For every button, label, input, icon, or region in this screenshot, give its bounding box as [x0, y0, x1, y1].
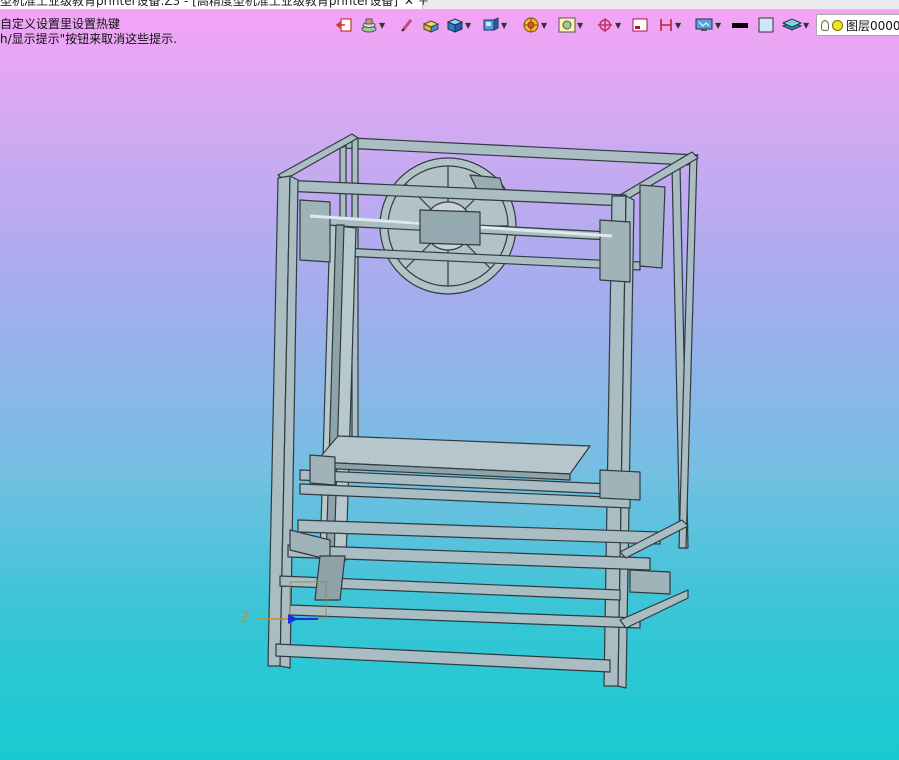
- display-menu-chevron-icon[interactable]: ▼: [715, 21, 721, 30]
- fill-box-button[interactable]: [758, 14, 774, 36]
- title-bar: 型机准工业级教育printer设备.Z3 - [高精度型机准工业级教育print…: [0, 0, 899, 10]
- 3d-viewport[interactable]: Z: [0, 40, 899, 760]
- layers-menu-chevron-icon[interactable]: ▼: [803, 21, 809, 30]
- document-tab-title: 型机准工业级教育printer设备.Z3 - [高精度型机准工业级教育print…: [0, 0, 399, 8]
- z-axis-label: Z: [240, 608, 251, 626]
- fill-box-icon: [758, 17, 774, 33]
- cube-view-menu-chevron-icon[interactable]: ▼: [501, 21, 507, 30]
- render-mode-button[interactable]: ▼: [522, 14, 547, 36]
- pen-button[interactable]: [400, 14, 414, 36]
- stack-menu-chevron-icon[interactable]: ▼: [379, 21, 385, 30]
- line-black-icon: [732, 23, 748, 28]
- target-button[interactable]: ▼: [596, 14, 621, 36]
- stack-icon: [361, 18, 377, 33]
- block-yellow-icon: [422, 20, 440, 33]
- window-button[interactable]: [632, 14, 648, 36]
- hint-line-1: 自定义设置里设置热键: [0, 17, 121, 31]
- cube-menu-chevron-icon[interactable]: ▼: [465, 21, 471, 30]
- close-tab-icon[interactable]: ✕: [404, 0, 414, 8]
- printer-model: [258, 133, 699, 689]
- bracket-icon: [660, 19, 672, 31]
- render-mode-icon: [523, 17, 539, 33]
- display-button[interactable]: ▼: [694, 14, 721, 36]
- block-button[interactable]: [422, 14, 440, 36]
- layers-button[interactable]: ▼: [782, 14, 809, 36]
- zoom-fit-menu-chevron-icon[interactable]: ▼: [577, 21, 583, 30]
- exit-icon: [336, 18, 352, 32]
- cube-button[interactable]: ▼: [446, 14, 471, 36]
- pen-icon: [401, 19, 413, 32]
- view-toolbar: ▼ ▼ ▼ ▼ ▼ ▼ ▼ ▼ ▼: [334, 14, 899, 36]
- render-mode-menu-chevron-icon[interactable]: ▼: [541, 21, 547, 30]
- target-icon: [598, 18, 612, 32]
- layer-color-icon: [832, 19, 843, 31]
- layer-name: 图层0000: [846, 18, 899, 33]
- bulb-icon[interactable]: [821, 19, 829, 31]
- new-tab-icon[interactable]: +: [418, 0, 429, 9]
- bracket-button[interactable]: ▼: [658, 14, 681, 36]
- line-style-button[interactable]: [732, 14, 748, 36]
- document-tab[interactable]: 型机准工业级教育printer设备.Z3 - [高精度型机准工业级教育print…: [0, 0, 424, 9]
- zoom-fit-icon: [558, 17, 576, 33]
- cube-view-button[interactable]: ▼: [482, 14, 507, 36]
- zoom-fit-button[interactable]: ▼: [558, 14, 583, 36]
- window-icon: [632, 18, 648, 32]
- display-icon: [695, 18, 713, 31]
- exit-button[interactable]: [336, 14, 352, 36]
- layers-icon: [782, 18, 802, 31]
- layer-selector[interactable]: 图层0000: [816, 14, 899, 36]
- cube-view-icon: [483, 17, 499, 31]
- cube-blue-icon: [446, 18, 464, 33]
- stack-button[interactable]: ▼: [360, 14, 385, 36]
- bracket-menu-chevron-icon[interactable]: ▼: [675, 21, 681, 30]
- target-menu-chevron-icon[interactable]: ▼: [615, 21, 621, 30]
